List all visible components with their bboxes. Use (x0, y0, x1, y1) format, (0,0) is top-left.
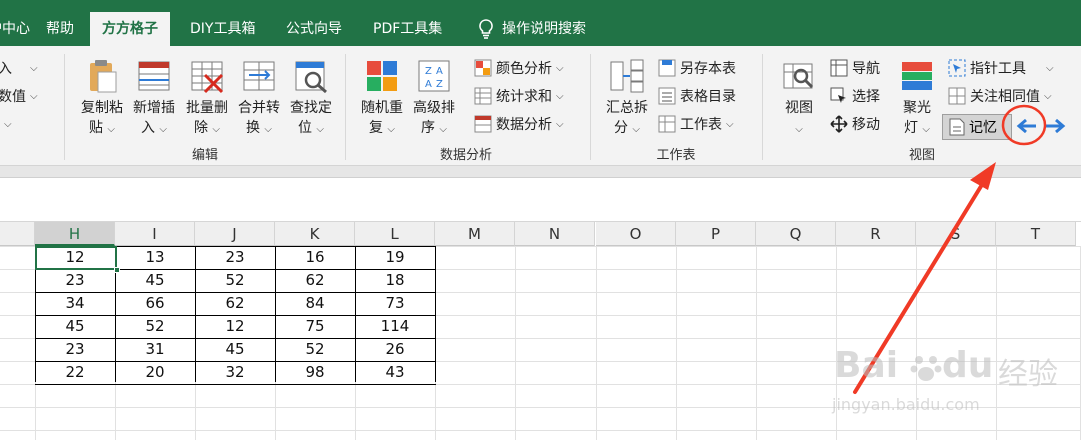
baidu-watermark: Bai du 经验 jingyan.baidu.com (832, 345, 1058, 414)
paw-icon (910, 356, 942, 381)
